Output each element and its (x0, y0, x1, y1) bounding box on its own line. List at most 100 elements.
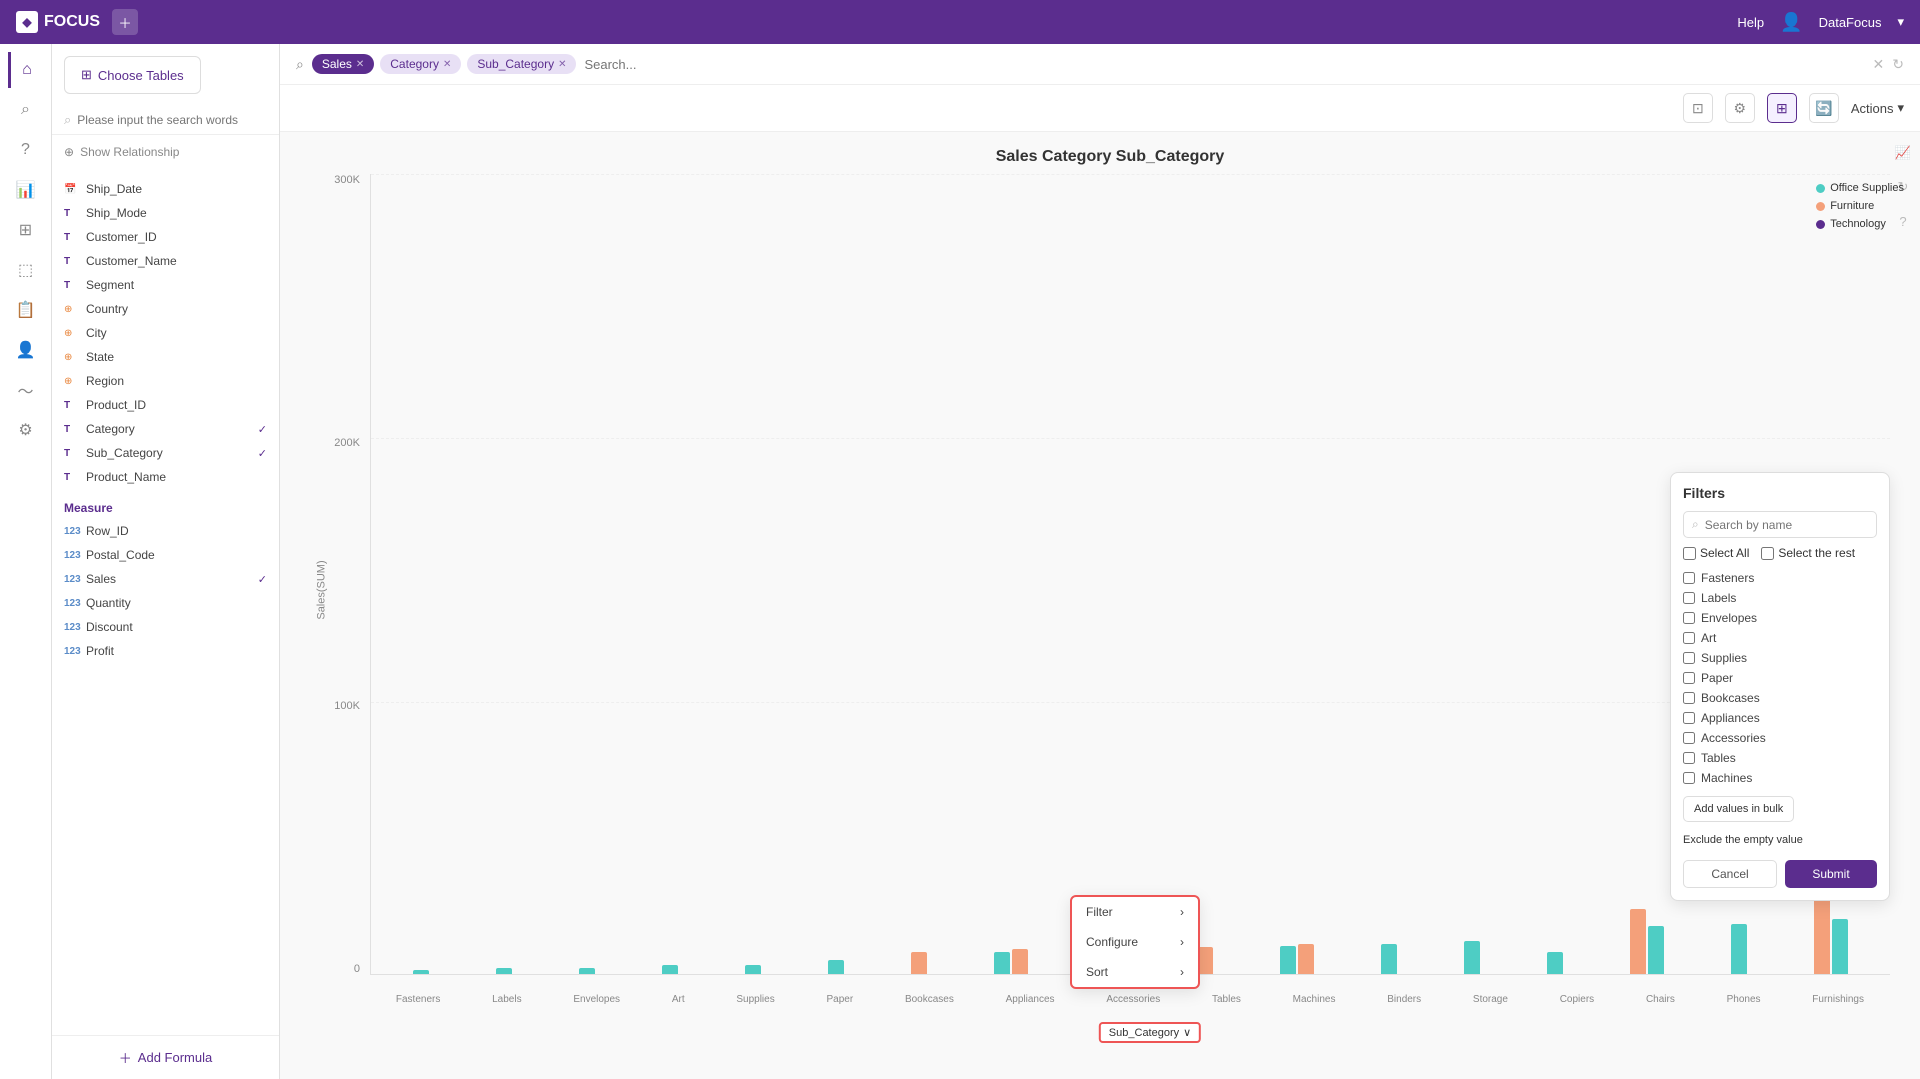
filter-item-envelopes[interactable]: Envelopes (1683, 608, 1877, 628)
line-chart-icon[interactable]: 📈 (1890, 140, 1916, 166)
bar-fasteners-blue[interactable] (413, 970, 429, 974)
bar-furnishings-orange[interactable] (1814, 899, 1830, 974)
settings-icon[interactable]: ⚙ (1725, 93, 1755, 123)
select-rest-checkbox[interactable] (1761, 547, 1774, 560)
measure-item-quantity[interactable]: 123Quantity (52, 591, 279, 615)
sidebar-item-help[interactable]: ? (8, 132, 44, 168)
bar-copiers-blue[interactable] (1547, 952, 1563, 974)
field-item-ship_date[interactable]: 📅Ship_Date (52, 177, 279, 201)
select-all-label[interactable]: Select All (1683, 546, 1749, 560)
search-tag-sub_category[interactable]: Sub_Category✕ (467, 54, 576, 74)
filter-item-fasteners[interactable]: Fasteners (1683, 568, 1877, 588)
filter-checkbox[interactable] (1683, 612, 1695, 624)
filter-item-tables[interactable]: Tables (1683, 748, 1877, 768)
filter-item-machines[interactable]: Machines (1683, 768, 1877, 788)
new-tab-button[interactable]: ＋ (112, 9, 138, 35)
context-sort[interactable]: Sort › (1072, 957, 1198, 987)
field-item-segment[interactable]: TSegment (52, 273, 279, 297)
subcategory-axis-label[interactable]: Sub_Category ∨ (1099, 1022, 1201, 1043)
add-formula-button[interactable]: ＋ Add Formula (52, 1035, 279, 1079)
filter-item-supplies[interactable]: Supplies (1683, 648, 1877, 668)
measure-item-postal_code[interactable]: 123Postal_Code (52, 543, 279, 567)
refresh-icon[interactable]: ↻ (1892, 56, 1904, 73)
filter-checkbox[interactable] (1683, 592, 1695, 604)
select-rest-label[interactable]: Select the rest (1761, 546, 1855, 560)
layout-icon-1[interactable]: ⊡ (1683, 93, 1713, 123)
sidebar-item-users[interactable]: 👤 (8, 332, 44, 368)
field-item-region[interactable]: ⊕Region (52, 369, 279, 393)
sidebar-item-home[interactable]: ⌂ (8, 52, 44, 88)
bar-envelopes-blue[interactable] (579, 968, 595, 974)
sidebar-item-tables[interactable]: ⊞ (8, 212, 44, 248)
bar-chairs-blue[interactable] (1648, 926, 1664, 974)
field-item-customer_id[interactable]: TCustomer_ID (52, 225, 279, 249)
field-item-city[interactable]: ⊕City (52, 321, 279, 345)
bar-art-blue[interactable] (662, 965, 678, 974)
grid-icon[interactable]: ⊞ (1767, 93, 1797, 123)
sidebar-item-settings[interactable]: ⚙ (8, 412, 44, 448)
add-values-bulk-button[interactable]: Add values in bulk (1683, 796, 1794, 822)
bar-supplies-blue[interactable] (745, 965, 761, 974)
filter-item-labels[interactable]: Labels (1683, 588, 1877, 608)
filter-checkbox[interactable] (1683, 752, 1695, 764)
bar-bookcases-orange[interactable] (911, 952, 927, 974)
filter-checkbox[interactable] (1683, 692, 1695, 704)
bar-phones-blue[interactable] (1731, 924, 1747, 974)
filter-checkbox[interactable] (1683, 632, 1695, 644)
filter-search-input[interactable] (1705, 518, 1868, 532)
help-link[interactable]: Help (1737, 15, 1764, 30)
chart-type-icon[interactable]: 🔄 (1809, 93, 1839, 123)
clear-search-icon[interactable]: ✕ (1873, 56, 1885, 73)
bar-chairs-orange[interactable] (1630, 909, 1646, 974)
exclude-empty-text[interactable]: Exclude the empty value (1683, 830, 1803, 850)
measure-item-discount[interactable]: 123Discount (52, 615, 279, 639)
field-item-country[interactable]: ⊕Country (52, 297, 279, 321)
search-tag-sales[interactable]: Sales✕ (312, 54, 374, 74)
show-relationship-toggle[interactable]: ⊕ Show Relationship (52, 139, 279, 165)
bar-labels-blue[interactable] (496, 968, 512, 974)
sidebar-item-layers[interactable]: ⬚ (8, 252, 44, 288)
bar-appliances-orange[interactable] (1012, 949, 1028, 974)
sidebar-item-analytics[interactable]: 〜 (8, 372, 44, 408)
bar-storage-blue[interactable] (1464, 941, 1480, 974)
filter-checkbox[interactable] (1683, 652, 1695, 664)
main-search-input[interactable] (584, 57, 1864, 72)
field-item-sub_category[interactable]: TSub_Category✓ (52, 441, 279, 465)
filter-item-paper[interactable]: Paper (1683, 668, 1877, 688)
bar-paper-blue[interactable] (828, 960, 844, 974)
search-button[interactable]: ⌕ (296, 56, 304, 73)
filter-item-appliances[interactable]: Appliances (1683, 708, 1877, 728)
sidebar-item-clipboard[interactable]: 📋 (8, 292, 44, 328)
actions-button[interactable]: Actions ▾ (1851, 100, 1904, 116)
sidebar-item-search[interactable]: ⌕ (8, 92, 44, 128)
bar-machines-blue[interactable] (1280, 946, 1296, 974)
sidebar-item-charts[interactable]: 📊 (8, 172, 44, 208)
measure-item-profit[interactable]: 123Profit (52, 639, 279, 663)
tag-remove-icon[interactable]: ✕ (558, 59, 566, 70)
bar-machines-orange[interactable] (1298, 944, 1314, 974)
filter-checkbox[interactable] (1683, 672, 1695, 684)
measure-item-row_id[interactable]: 123Row_ID (52, 519, 279, 543)
filter-checkbox[interactable] (1683, 732, 1695, 744)
bar-appliances-blue[interactable] (994, 952, 1010, 974)
tag-remove-icon[interactable]: ✕ (443, 59, 451, 70)
choose-tables-button[interactable]: ⊞ Choose Tables (64, 56, 201, 94)
filter-checkbox[interactable] (1683, 772, 1695, 784)
search-tag-category[interactable]: Category✕ (380, 54, 461, 74)
filter-checkbox[interactable] (1683, 572, 1695, 584)
field-item-product_id[interactable]: TProduct_ID (52, 393, 279, 417)
field-item-customer_name[interactable]: TCustomer_Name (52, 249, 279, 273)
search-fields-input[interactable] (77, 113, 267, 127)
tag-remove-icon[interactable]: ✕ (356, 59, 364, 70)
filter-checkbox[interactable] (1683, 712, 1695, 724)
filter-item-bookcases[interactable]: Bookcases (1683, 688, 1877, 708)
bar-furnishings-blue[interactable] (1832, 919, 1848, 974)
select-all-checkbox[interactable] (1683, 547, 1696, 560)
filters-cancel-button[interactable]: Cancel (1683, 860, 1777, 888)
filter-item-art[interactable]: Art (1683, 628, 1877, 648)
field-item-ship_mode[interactable]: TShip_Mode (52, 201, 279, 225)
measure-item-sales[interactable]: 123Sales✓ (52, 567, 279, 591)
field-item-product_name[interactable]: TProduct_Name (52, 465, 279, 489)
context-configure[interactable]: Configure › (1072, 927, 1198, 957)
filters-submit-button[interactable]: Submit (1785, 860, 1877, 888)
